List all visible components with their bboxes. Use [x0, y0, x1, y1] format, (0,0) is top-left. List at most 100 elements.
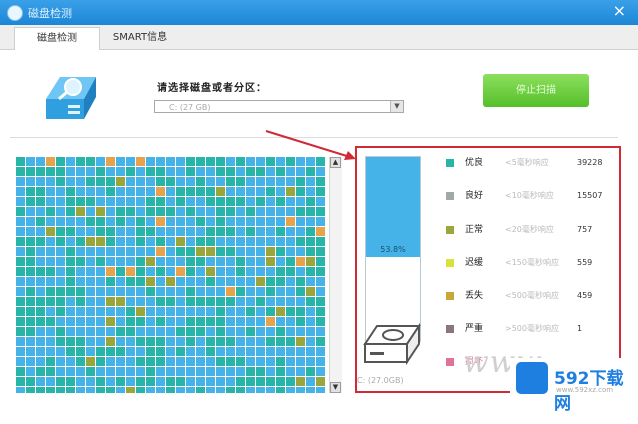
sector-cell [296, 307, 305, 316]
sector-cell [106, 347, 115, 356]
sector-cell [96, 387, 105, 393]
dropdown-arrow-icon[interactable]: ▼ [390, 101, 403, 112]
legend-name: 丢失 [465, 291, 484, 301]
sector-cell [146, 297, 155, 306]
sector-cell [36, 367, 45, 376]
sector-cell [266, 377, 275, 386]
sector-cell [296, 197, 305, 206]
sector-cell [16, 387, 25, 393]
sector-cell [76, 197, 85, 206]
sector-cell [66, 217, 75, 226]
disk-usage-percent: 53.8% [380, 245, 406, 254]
sector-cell [116, 337, 125, 346]
sector-cell [46, 377, 55, 386]
sector-cell [126, 157, 135, 166]
sector-cell [106, 237, 115, 246]
sector-cell [286, 317, 295, 326]
sector-cell [106, 177, 115, 186]
sector-cell [96, 187, 105, 196]
sector-cell [226, 197, 235, 206]
legend-name: 优良 [465, 158, 484, 168]
sector-cell [246, 367, 255, 376]
sector-cell [296, 337, 305, 346]
sector-cell [116, 387, 125, 393]
sector-cell [36, 197, 45, 206]
sector-cell [36, 297, 45, 306]
sector-cell [16, 197, 25, 206]
sector-cell [316, 347, 325, 356]
tab-smart-info[interactable]: SMART信息 [100, 27, 180, 49]
sector-cell [206, 167, 215, 176]
sector-cell [16, 297, 25, 306]
sector-map-scrollbar[interactable]: ▲ ▼ [329, 157, 342, 393]
sector-cell [216, 297, 225, 306]
sector-cell [136, 257, 145, 266]
scroll-down-button[interactable]: ▼ [330, 382, 341, 393]
sector-cell [286, 167, 295, 176]
sector-cell [276, 187, 285, 196]
sector-cell [296, 187, 305, 196]
sector-cell [76, 347, 85, 356]
sector-cell [146, 287, 155, 296]
legend-name: 迟缓 [465, 258, 484, 268]
sector-cell [186, 237, 195, 246]
sector-cell [76, 377, 85, 386]
legend-row-excellent: 优良 <5毫秒响应 39228 [443, 155, 613, 171]
sector-cell [296, 357, 305, 366]
sector-cell [146, 187, 155, 196]
sector-cell [266, 287, 275, 296]
sector-cell [16, 277, 25, 286]
sector-cell [46, 187, 55, 196]
sector-cell [166, 307, 175, 316]
sector-cell [246, 357, 255, 366]
sector-cell [306, 367, 315, 376]
sector-cell [236, 187, 245, 196]
sector-cell [186, 357, 195, 366]
sector-cell [246, 347, 255, 356]
sector-cell [146, 197, 155, 206]
sector-cell [126, 227, 135, 236]
sector-cell [286, 297, 295, 306]
disk-partition-select[interactable]: C: (27 GB) ▼ [154, 100, 404, 113]
close-button[interactable]: × [613, 2, 626, 20]
sector-cell [116, 287, 125, 296]
legend-swatch [446, 292, 454, 300]
sector-cell [66, 367, 75, 376]
sector-cell [256, 377, 265, 386]
sector-cell [46, 287, 55, 296]
sector-cell [176, 357, 185, 366]
sector-cell [66, 227, 75, 236]
sector-cell [236, 367, 245, 376]
sector-cell [236, 307, 245, 316]
sector-cell [146, 217, 155, 226]
stop-scan-button[interactable]: 停止扫描 [483, 74, 589, 107]
sector-cell [46, 197, 55, 206]
legend-name: 正常 [465, 225, 484, 235]
sector-cell [86, 277, 95, 286]
sector-cell [166, 157, 175, 166]
sector-cell [206, 327, 215, 336]
sector-cell [226, 297, 235, 306]
sector-cell [76, 157, 85, 166]
sector-cell [66, 237, 75, 246]
sector-cell [16, 217, 25, 226]
legend-swatch [446, 259, 454, 267]
sector-cell [16, 227, 25, 236]
sector-cell [286, 207, 295, 216]
sector-cell [266, 367, 275, 376]
tab-disk-check[interactable]: 磁盘检测 [14, 27, 100, 50]
sector-cell [266, 257, 275, 266]
sector-cell [56, 297, 65, 306]
sector-cell [216, 257, 225, 266]
legend-desc: <10毫秒响应 [505, 191, 554, 200]
sector-cell [276, 297, 285, 306]
sector-cell [166, 257, 175, 266]
sector-cell [286, 257, 295, 266]
legend-desc: <5毫秒响应 [505, 158, 549, 167]
sector-cell [96, 317, 105, 326]
legend-count: 1 [577, 324, 583, 333]
sector-cell [236, 317, 245, 326]
drive-caption: C: (27.0GB) [357, 376, 404, 385]
sector-cell [76, 297, 85, 306]
sector-cell [236, 197, 245, 206]
